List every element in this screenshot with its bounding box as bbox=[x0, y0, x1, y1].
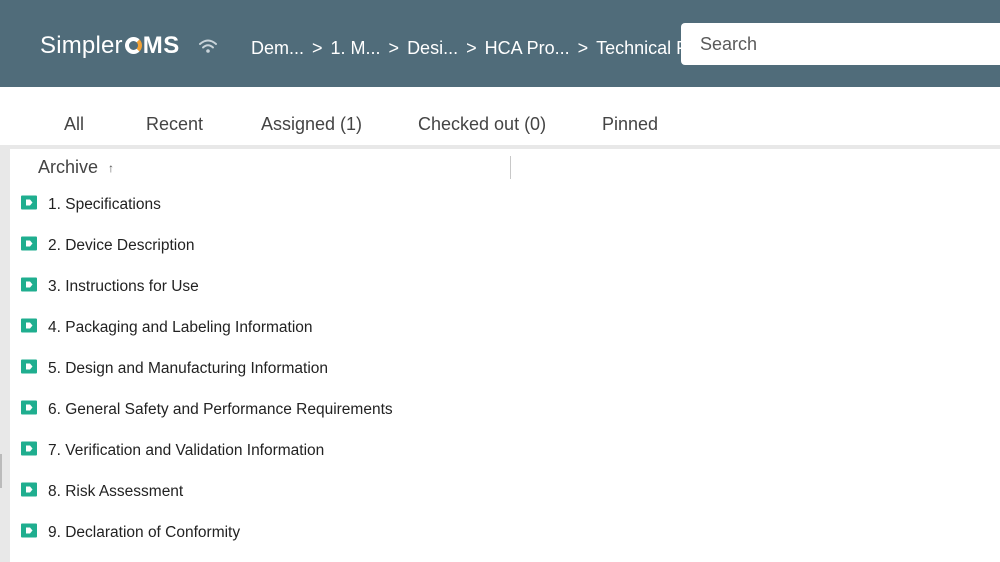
tab-recent[interactable]: Recent bbox=[146, 114, 203, 135]
list-item-label: 6. General Safety and Performance Requir… bbox=[48, 401, 393, 418]
list-item[interactable]: 3. Instructions for Use bbox=[0, 264, 1000, 305]
breadcrumb-item[interactable]: Desi... bbox=[407, 38, 458, 59]
top-header: Simpler MS Dem... > 1. M... > Desi... > … bbox=[0, 0, 1000, 87]
folder-icon bbox=[21, 277, 37, 292]
list-item-label: 8. Risk Assessment bbox=[48, 483, 184, 500]
folder-icon bbox=[21, 441, 37, 456]
tab-pinned[interactable]: Pinned bbox=[602, 114, 658, 135]
sort-ascending-icon: ↑ bbox=[108, 160, 115, 175]
column-header-label: Archive bbox=[38, 157, 99, 177]
breadcrumb-separator: > bbox=[466, 37, 477, 58]
breadcrumb-item[interactable]: Dem... bbox=[251, 38, 304, 59]
listing-area: Archive ↑ 1. Specifications 2. Device De… bbox=[0, 149, 1000, 562]
folder-icon bbox=[21, 195, 37, 210]
list-item[interactable]: 5. Design and Manufacturing Information bbox=[0, 346, 1000, 387]
tab-all[interactable]: All bbox=[64, 114, 84, 135]
breadcrumb-item[interactable]: 1. M... bbox=[331, 38, 381, 59]
wifi-icon bbox=[199, 39, 217, 53]
folder-icon bbox=[21, 318, 37, 333]
list-item[interactable]: 4. Packaging and Labeling Information bbox=[0, 305, 1000, 346]
list-item[interactable]: 1. Specifications bbox=[0, 182, 1000, 223]
list-item-label: 9. Declaration of Conformity bbox=[48, 524, 241, 541]
list-item-label: 1. Specifications bbox=[48, 196, 161, 213]
breadcrumb: Dem... > 1. M... > Desi... > HCA Pro... … bbox=[251, 37, 705, 59]
column-header-archive[interactable]: Archive ↑ bbox=[38, 157, 114, 178]
folder-icon bbox=[21, 400, 37, 415]
logo-text: Simpler bbox=[40, 32, 123, 59]
list-item-label: 7. Verification and Validation Informati… bbox=[48, 442, 325, 459]
folder-icon bbox=[21, 359, 37, 374]
breadcrumb-separator: > bbox=[577, 37, 589, 58]
folder-icon bbox=[21, 236, 37, 251]
list-item[interactable]: 6. General Safety and Performance Requir… bbox=[0, 387, 1000, 428]
breadcrumb-separator: > bbox=[388, 37, 400, 58]
folder-icon bbox=[21, 523, 37, 538]
list-item[interactable]: 8. Risk Assessment bbox=[0, 469, 1000, 510]
logo-q-icon bbox=[124, 37, 142, 54]
list-item-label: 5. Design and Manufacturing Information bbox=[48, 360, 329, 377]
logo-text-bold: MS bbox=[142, 32, 180, 59]
folder-icon bbox=[21, 482, 37, 497]
list-item[interactable]: 2. Device Description bbox=[0, 223, 1000, 264]
view-tabs: All Recent Assigned (1) Checked out (0) … bbox=[0, 87, 1000, 149]
list-item-label: 4. Packaging and Labeling Information bbox=[48, 319, 313, 336]
tab-checked-out[interactable]: Checked out (0) bbox=[418, 114, 546, 135]
list-item[interactable]: 9. Declaration of Conformity bbox=[0, 510, 1000, 551]
breadcrumb-item[interactable]: HCA Pro... bbox=[485, 38, 570, 59]
tab-assigned[interactable]: Assigned (1) bbox=[261, 114, 362, 135]
simpleroms-logo[interactable]: Simpler MS bbox=[40, 32, 180, 62]
list-item[interactable]: 7. Verification and Validation Informati… bbox=[0, 428, 1000, 469]
list-item-label: 2. Device Description bbox=[48, 237, 195, 254]
search-input[interactable] bbox=[698, 32, 994, 56]
folder-list: 1. Specifications 2. Device Description … bbox=[0, 182, 1000, 551]
search-box[interactable] bbox=[681, 23, 1000, 65]
breadcrumb-separator: > bbox=[312, 37, 323, 58]
column-divider[interactable] bbox=[510, 156, 511, 179]
list-item-label: 3. Instructions for Use bbox=[48, 278, 199, 295]
